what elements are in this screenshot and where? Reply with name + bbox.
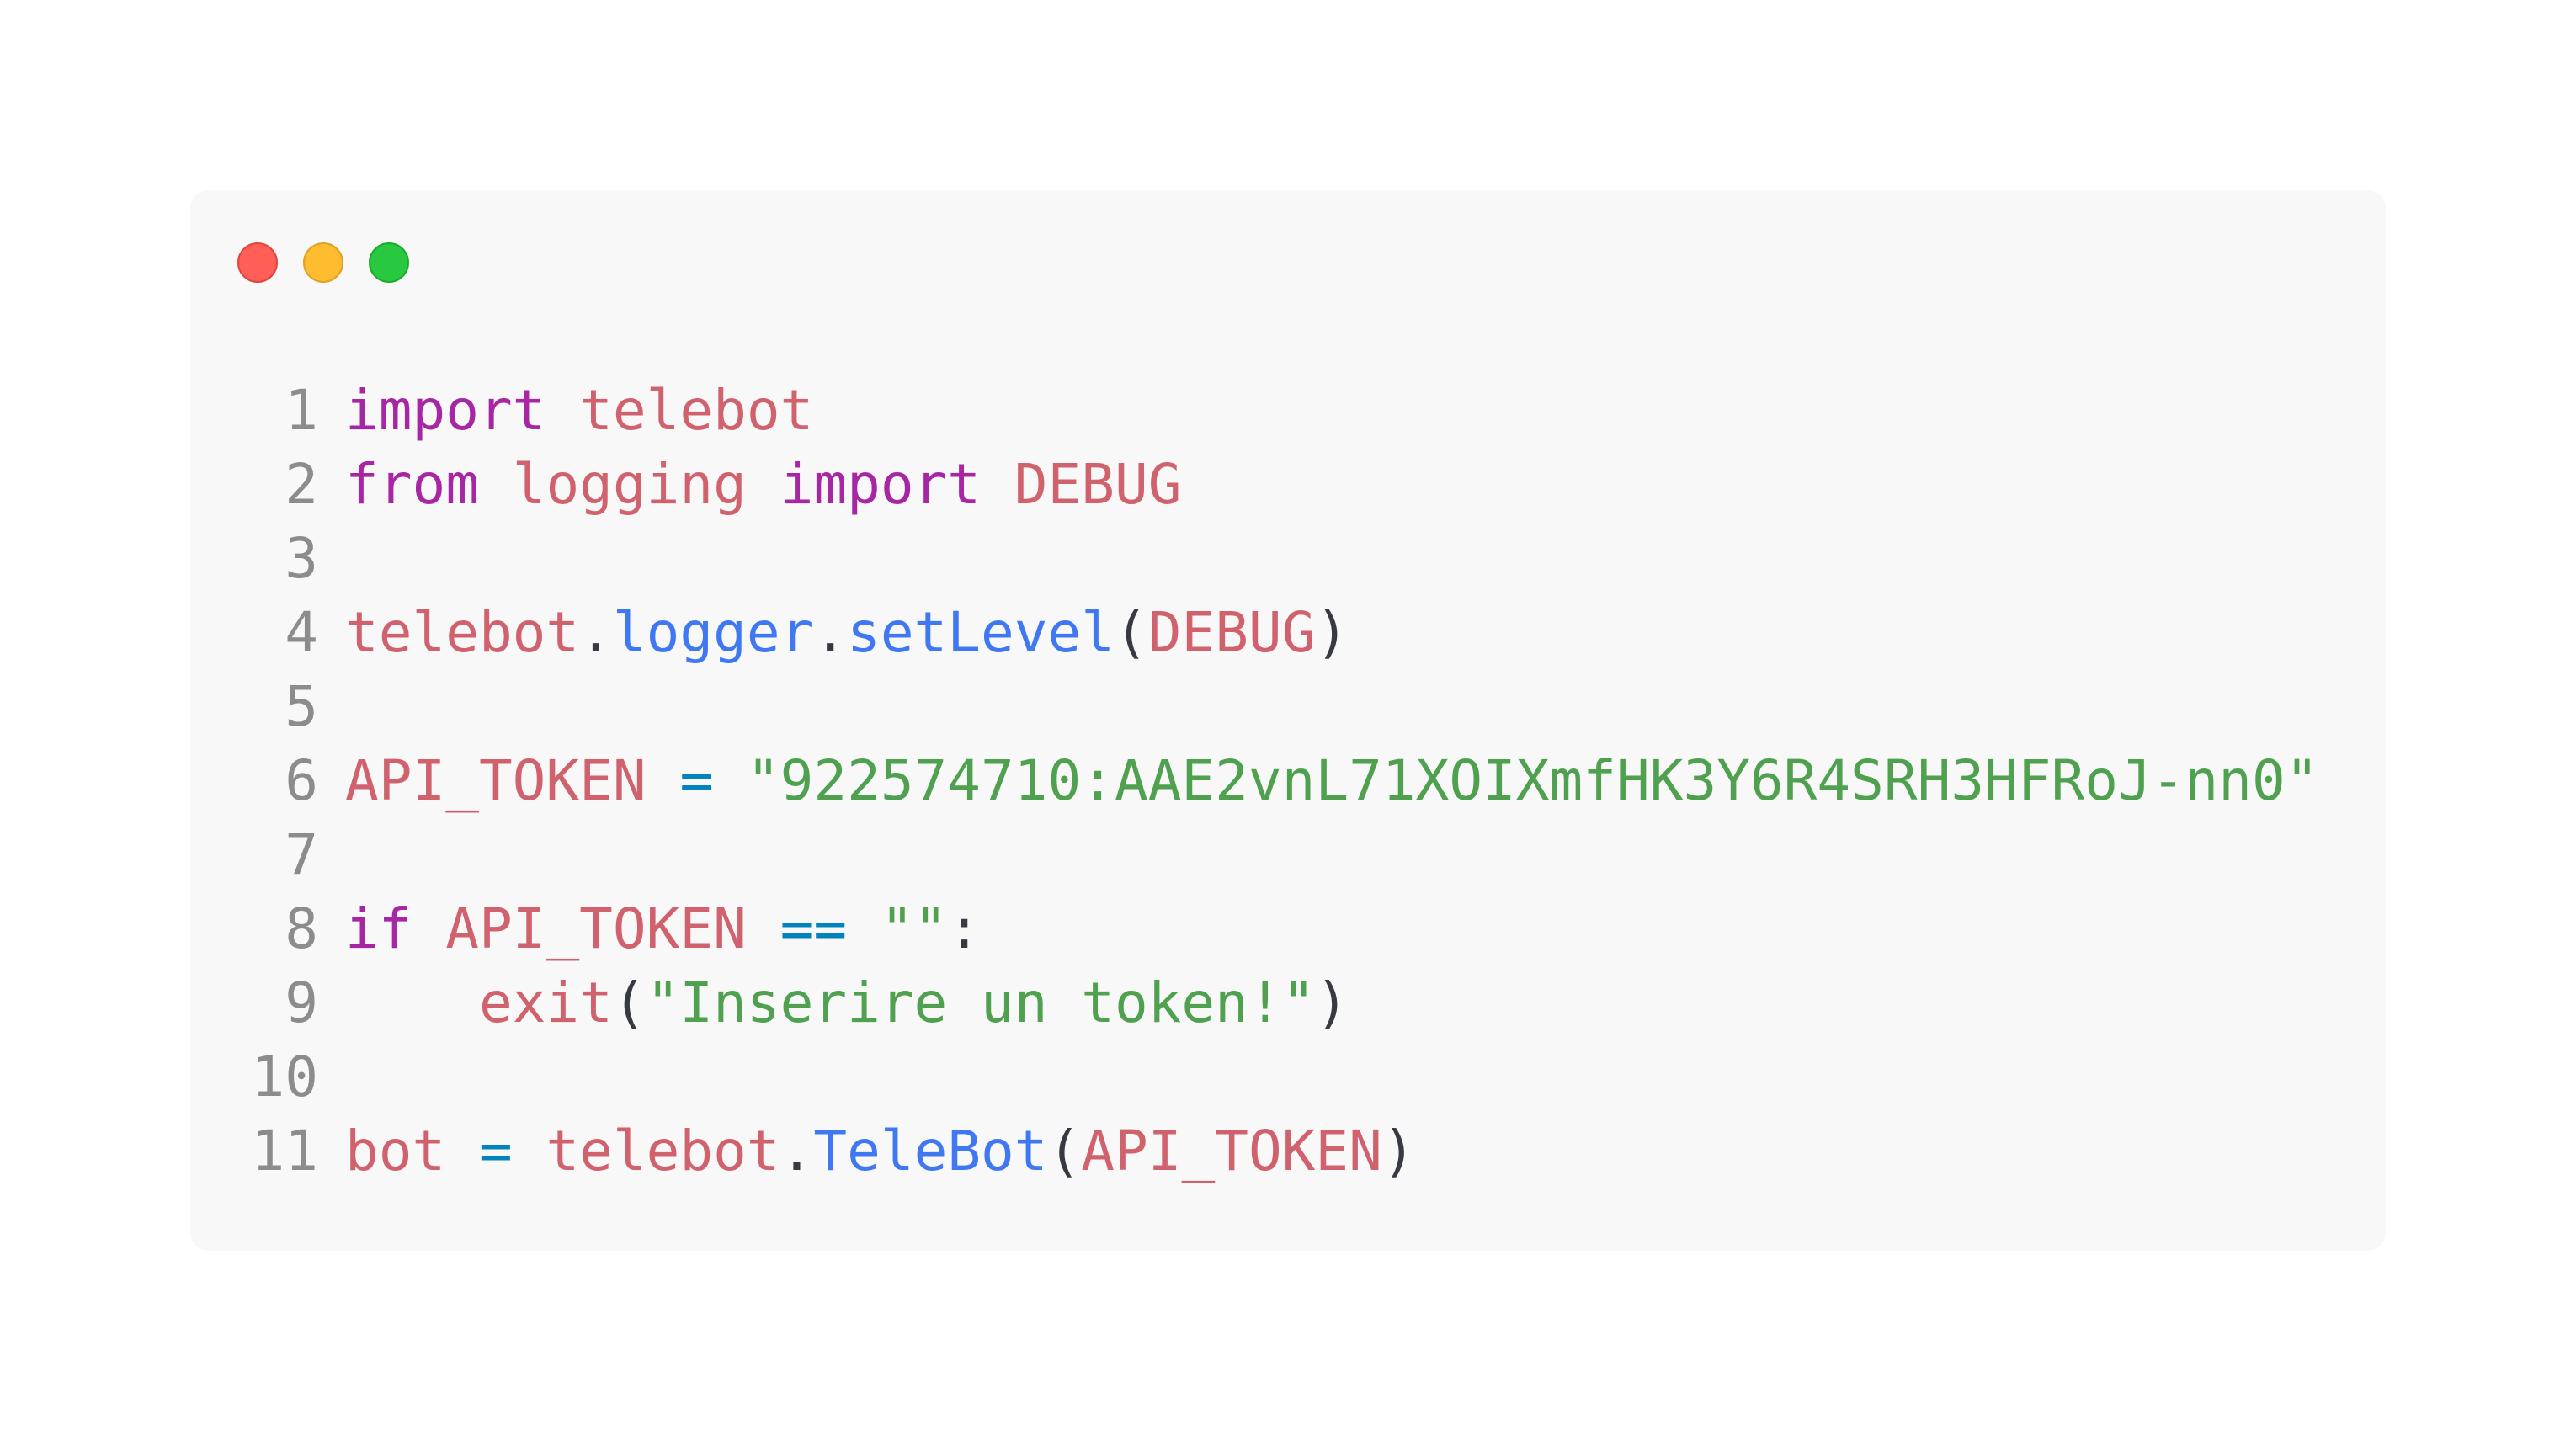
code-window: 1 import telebot 2 from logging import DEBU… (190, 190, 2386, 1251)
code-token: setLevel (847, 600, 1115, 665)
code-token: ( (1047, 1119, 1082, 1183)
line-number: 8 (285, 896, 318, 961)
code-token: ( (612, 970, 647, 1035)
code-token: == (780, 896, 848, 961)
line-source (318, 522, 345, 596)
close-button[interactable] (237, 242, 278, 283)
code-line: 6 API_TOKEN = "922574710:AAE2vnL71XOIXmfH… (190, 744, 2318, 818)
code-line: 5 (190, 670, 2318, 744)
code-token: import (780, 452, 982, 517)
code-token: bot (345, 1119, 446, 1183)
code-token: telebot (546, 1119, 780, 1183)
code-line: 11 bot = telebot.TeleBot(API_TOKEN) (190, 1114, 2318, 1188)
code-token: import (345, 378, 546, 443)
maximize-button[interactable] (369, 242, 409, 283)
code-token: if (345, 896, 412, 961)
line-number: 2 (285, 452, 318, 517)
line-number: 3 (285, 526, 318, 591)
line-number: 11 (251, 1119, 318, 1183)
code-token: . (813, 600, 848, 665)
code-token: telebot (345, 600, 580, 665)
line-source: import telebot (318, 374, 813, 448)
code-token: logger (612, 600, 814, 665)
line-number: 10 (251, 1045, 318, 1109)
minimize-button[interactable] (303, 242, 343, 283)
line-source (318, 1040, 345, 1114)
code-token: ) (1315, 970, 1349, 1035)
code-block: 1 import telebot 2 from logging import DEBU… (190, 374, 2319, 1188)
code-token: API_TOKEN (345, 748, 647, 813)
line-number: 4 (285, 600, 318, 665)
code-line: 2 from logging import DEBUG (190, 448, 2318, 522)
code-line: 8 if API_TOKEN == "": (190, 892, 2318, 966)
code-line: 1 import telebot (190, 374, 2318, 448)
line-source: API_TOKEN = "922574710:AAE2vnL71XOIXmfHK… (318, 744, 2318, 818)
code-token: DEBUG (1147, 600, 1316, 665)
code-token: . (579, 600, 613, 665)
code-token: TeleBot (813, 1119, 1048, 1183)
code-token: DEBUG (1014, 452, 1182, 517)
code-token: ( (1114, 600, 1148, 665)
code-token: . (780, 1119, 814, 1183)
code-line: 9 exit("Inserire un token!") (190, 966, 2318, 1040)
code-line: 4 telebot.logger.setLevel(DEBUG) (190, 596, 2318, 670)
line-number: 6 (285, 748, 318, 813)
line-source: from logging import DEBUG (318, 448, 1181, 522)
code-token: "Inserire un token!" (646, 970, 1316, 1035)
line-source (318, 670, 345, 744)
window-controls (237, 242, 409, 283)
code-line: 7 (190, 818, 2318, 892)
code-token: ) (1315, 600, 1349, 665)
line-source: telebot.logger.setLevel(DEBUG) (318, 596, 1349, 670)
code-token: API_TOKEN (1081, 1119, 1382, 1183)
line-source (318, 818, 345, 892)
line-source: if API_TOKEN == "": (318, 892, 981, 966)
line-number: 1 (285, 378, 318, 443)
line-source: exit("Inserire un token!") (318, 966, 1349, 1040)
code-token: from (345, 452, 479, 517)
code-token: API_TOKEN (445, 896, 747, 961)
code-token: "" (880, 896, 948, 961)
line-number: 7 (285, 822, 318, 887)
code-token: exit (478, 970, 613, 1035)
code-token: logging (512, 452, 747, 517)
code-token: "922574710:AAE2vnL71XOIXmfHK3Y6R4SRH3HFR… (746, 748, 2319, 813)
code-token: = (679, 748, 714, 813)
code-token: telebot (579, 378, 814, 443)
line-source: bot = telebot.TeleBot(API_TOKEN) (318, 1114, 1416, 1188)
code-token: ) (1381, 1119, 1416, 1183)
code-line: 3 (190, 522, 2318, 596)
line-number: 5 (285, 674, 318, 739)
code-line: 10 (190, 1040, 2318, 1114)
line-number: 9 (285, 970, 318, 1035)
code-token: : (947, 896, 982, 961)
code-token: = (478, 1119, 513, 1183)
